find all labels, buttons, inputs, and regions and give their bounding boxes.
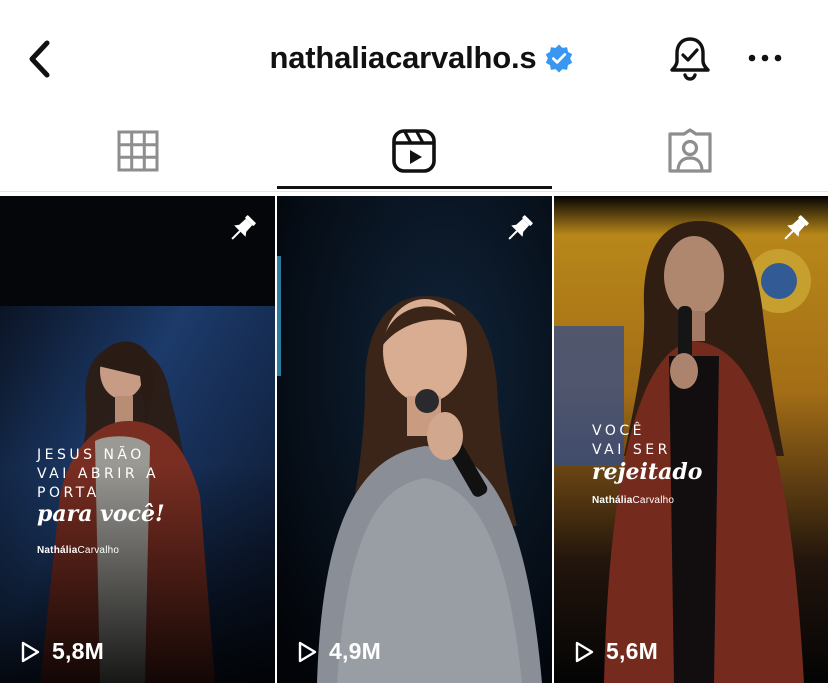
brand-signature: NatháliaCarvalho [37,545,120,556]
tab-posts[interactable] [0,110,276,192]
caption-line: VAI SER [592,442,671,458]
caption-script: rejeitado [592,459,703,485]
caption-line: VOCÊ [592,423,645,439]
reels-grid: JESUS NÃO VAI ABRIR A PORTA para você! N… [0,196,828,683]
reel-tile[interactable]: 4,9M [277,196,552,683]
tab-tagged[interactable] [552,110,828,192]
brand-signature: NatháliaCarvalho [592,495,675,506]
profile-username: nathaliacarvalho.s [269,40,537,75]
reels-icon [392,129,436,173]
caption-line: VAI ABRIR A [37,466,160,482]
chevron-left-icon [29,40,50,78]
caption-line: JESUS NÃO [37,447,145,463]
tab-reels[interactable] [276,110,552,192]
tagged-user-icon [668,128,712,173]
reel-caption-overlay: VOCÊ VAI SER rejeitado NatháliaCarvalho [592,422,702,506]
reel-tile[interactable]: VOCÊ VAI SER rejeitado NatháliaCarvalho … [554,196,828,683]
back-button[interactable] [18,34,62,84]
profile-header: nathaliacarvalho.s [0,0,828,110]
pin-icon [508,215,533,240]
profile-tabs [0,110,828,192]
view-count: 5,6M [572,638,658,665]
more-options-button[interactable] [742,40,788,76]
verified-badge-icon [546,44,573,73]
view-count: 4,9M [295,638,381,665]
active-tab-indicator [277,186,552,189]
reel-thumbnail-2 [277,196,552,683]
reel-thumbnail-1 [0,196,275,683]
grid-icon [117,130,159,172]
bell-check-icon [670,37,710,81]
more-dots-icon [748,54,782,62]
reel-tile[interactable]: JESUS NÃO VAI ABRIR A PORTA para você! N… [0,196,275,683]
play-icon [298,641,317,662]
pin-icon [231,215,256,240]
play-icon [575,641,594,662]
pin-icon [784,215,809,240]
caption-script: para você! [37,501,165,527]
notifications-button[interactable] [666,32,714,84]
play-icon [21,641,40,662]
view-count: 5,8M [18,638,104,665]
reel-caption-overlay: JESUS NÃO VAI ABRIR A PORTA para você! N… [37,446,165,556]
